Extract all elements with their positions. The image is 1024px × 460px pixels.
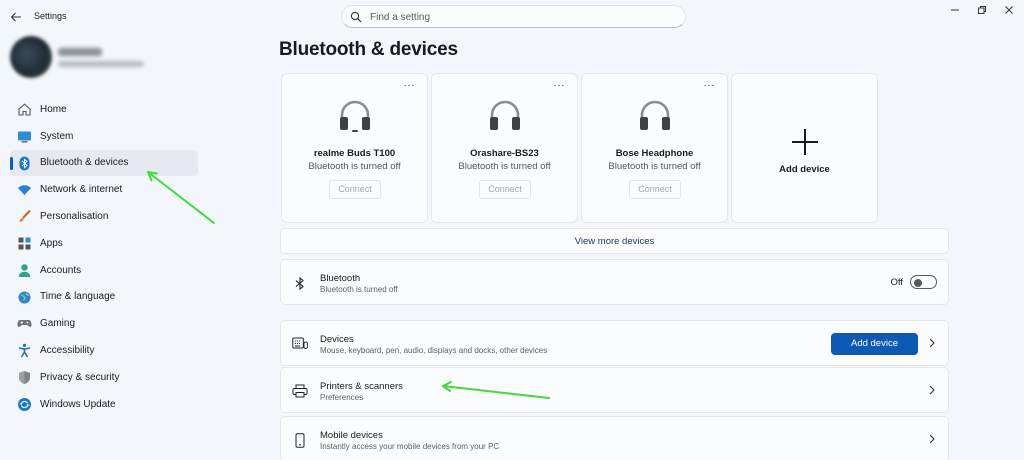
- bluetooth-row: Bluetooth Bluetooth is turned off Off: [280, 259, 949, 305]
- sidebar-item-bluetooth-devices[interactable]: Bluetooth & devices: [10, 149, 198, 177]
- connect-button[interactable]: Connect: [329, 180, 381, 199]
- chevron-right-icon: [929, 434, 935, 444]
- sidebar-item-label: Time & language: [40, 291, 116, 303]
- printers-subtitle: Preferences: [320, 393, 364, 402]
- wifi-icon: [17, 182, 32, 197]
- mobile-devices-subtitle: Instantly access your mobile devices fro…: [320, 442, 500, 451]
- printers-title: Printers & scanners: [320, 381, 403, 392]
- headphones-icon: [490, 100, 520, 130]
- sidebar-item-accounts[interactable]: Accounts: [10, 257, 198, 284]
- sidebar-item-apps[interactable]: Apps: [10, 230, 198, 257]
- chevron-right-icon: [929, 338, 935, 348]
- toggle-knob: [914, 278, 922, 287]
- printers-scanners-row[interactable]: Printers & scanners Preferences: [280, 367, 949, 413]
- phone-icon: [292, 432, 308, 448]
- sidebar-item-label: Bluetooth & devices: [40, 157, 129, 169]
- sidebar-item-privacy-security[interactable]: Privacy & security: [10, 364, 198, 391]
- back-arrow-icon: [10, 12, 21, 22]
- headphones-icon: [340, 100, 370, 132]
- plus-icon: [792, 129, 818, 155]
- sidebar-item-label: Gaming: [40, 318, 76, 330]
- search-icon: [350, 11, 362, 23]
- apps-icon: [17, 236, 32, 251]
- more-options-button[interactable]: ···: [554, 80, 566, 91]
- sidebar-item-label: Accessibility: [40, 345, 95, 357]
- connect-button[interactable]: Connect: [629, 180, 681, 199]
- device-card[interactable]: ··· Orashare-BS23 Bluetooth is turned of…: [431, 73, 578, 223]
- app-title: Settings: [34, 11, 67, 21]
- add-device-button[interactable]: Add device: [831, 333, 918, 355]
- sidebar-item-label: Network & internet: [40, 184, 123, 196]
- sidebar-item-personalisation[interactable]: Personalisation: [10, 203, 198, 230]
- device-status: Bluetooth is turned off: [458, 161, 551, 172]
- sidebar-item-label: Apps: [40, 237, 63, 249]
- sidebar-item-home[interactable]: Home: [10, 96, 198, 123]
- page-title: Bluetooth & devices: [279, 39, 458, 60]
- device-status: Bluetooth is turned off: [608, 161, 701, 172]
- bluetooth-title: Bluetooth: [320, 273, 361, 284]
- user-name-redacted: [58, 48, 102, 56]
- sidebar-item-label: Accounts: [40, 264, 82, 276]
- close-icon: [1005, 6, 1013, 14]
- connect-button[interactable]: Connect: [479, 180, 531, 199]
- home-icon: [17, 102, 32, 117]
- toggle-state-label: Off: [890, 277, 904, 288]
- devices-row[interactable]: Devices Mouse, keyboard, pen, audio, dis…: [280, 320, 949, 366]
- sidebar-item-label: Privacy & security: [40, 371, 120, 383]
- user-email-redacted: [58, 61, 144, 67]
- sidebar-item-label: Home: [40, 103, 67, 115]
- mobile-devices-row[interactable]: Mobile devices Instantly access your mob…: [280, 416, 949, 460]
- sidebar-item-accessibility[interactable]: Accessibility: [10, 337, 198, 364]
- search-input[interactable]: Find a setting: [370, 12, 430, 23]
- sidebar-item-label: Personalisation: [40, 211, 109, 223]
- add-device-card[interactable]: Add device: [731, 73, 878, 223]
- bluetooth-subtitle: Bluetooth is turned off: [320, 285, 398, 294]
- brush-icon: [17, 209, 32, 224]
- title-bar: Settings Find a setting: [0, 0, 1024, 34]
- update-icon: [17, 397, 32, 412]
- more-options-button[interactable]: ···: [704, 80, 716, 91]
- gamepad-icon: [17, 316, 32, 331]
- sidebar-item-windows-update[interactable]: Windows Update: [10, 391, 198, 418]
- minimize-icon: [951, 9, 959, 11]
- bluetooth-icon: [17, 156, 32, 171]
- shield-icon: [17, 370, 32, 385]
- sidebar-item-system[interactable]: System: [10, 123, 198, 150]
- globe-icon: [17, 290, 32, 305]
- sidebar-item-network[interactable]: Network & internet: [10, 176, 198, 203]
- headphones-icon: [640, 100, 670, 130]
- close-button[interactable]: [998, 2, 1020, 18]
- device-name: Orashare-BS23: [470, 148, 539, 159]
- system-icon: [17, 129, 32, 144]
- more-options-button[interactable]: ···: [404, 80, 416, 91]
- bluetooth-toggle[interactable]: [910, 275, 937, 289]
- devices-title: Devices: [320, 334, 354, 345]
- sidebar-item-label: Windows Update: [40, 398, 116, 410]
- device-card[interactable]: ··· Bose Headphone Bluetooth is turned o…: [581, 73, 728, 223]
- sidebar-item-gaming[interactable]: Gaming: [10, 310, 198, 337]
- restore-button[interactable]: [971, 2, 993, 18]
- devices-subtitle: Mouse, keyboard, pen, audio, displays an…: [320, 346, 548, 355]
- view-more-devices-link[interactable]: View more devices: [280, 228, 949, 254]
- back-button[interactable]: [8, 9, 24, 25]
- device-status: Bluetooth is turned off: [308, 161, 401, 172]
- printer-icon: [292, 383, 308, 399]
- search-box[interactable]: Find a setting: [341, 5, 686, 28]
- device-card[interactable]: ··· realme Buds T100 Bluetooth is turned…: [281, 73, 428, 223]
- sidebar-item-label: System: [40, 130, 74, 142]
- sidebar-nav: Home System Bluetooth & devices Network …: [10, 96, 198, 418]
- person-icon: [17, 263, 32, 278]
- keyboard-mouse-icon: [292, 336, 308, 352]
- restore-icon: [978, 6, 986, 14]
- minimize-button[interactable]: [944, 2, 966, 18]
- bluetooth-icon: [292, 275, 308, 291]
- device-name: realme Buds T100: [313, 148, 396, 159]
- device-name: Bose Headphone: [615, 148, 694, 159]
- mobile-devices-title: Mobile devices: [320, 430, 383, 441]
- chevron-right-icon: [929, 385, 935, 395]
- sidebar-item-time-language[interactable]: Time & language: [10, 284, 198, 311]
- avatar[interactable]: [10, 36, 52, 78]
- accessibility-icon: [17, 343, 32, 358]
- add-device-label: Add device: [779, 164, 830, 175]
